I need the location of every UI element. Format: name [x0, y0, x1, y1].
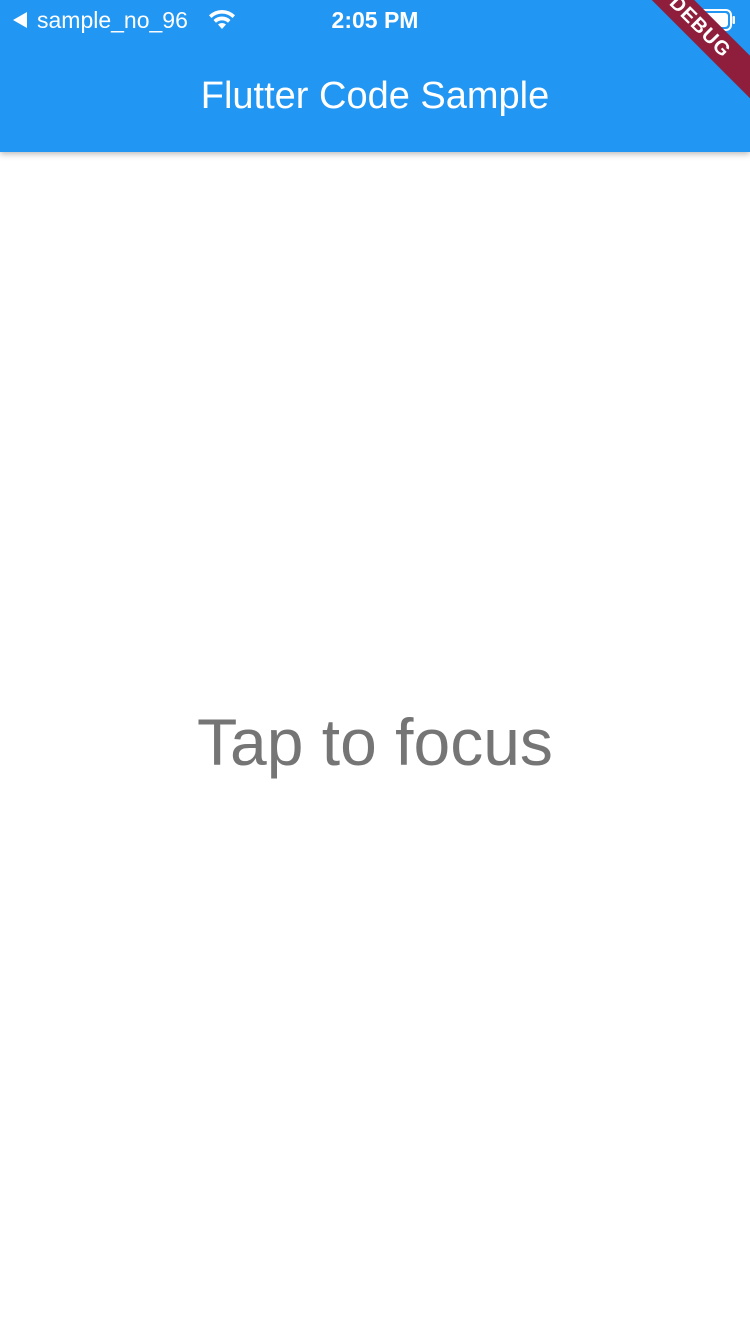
app-bar: sample_no_96 2:05 PM Flutter Code Sample: [0, 0, 750, 152]
app-screen: sample_no_96 2:05 PM Flutter Code Sample…: [0, 0, 750, 1334]
page-title: Flutter Code Sample: [200, 75, 550, 117]
status-time: 2:05 PM: [331, 7, 419, 33]
focus-area[interactable]: Tap to focus: [0, 152, 750, 1334]
tap-to-focus-text: Tap to focus: [197, 705, 553, 779]
status-bar: sample_no_96 2:05 PM: [0, 0, 750, 40]
